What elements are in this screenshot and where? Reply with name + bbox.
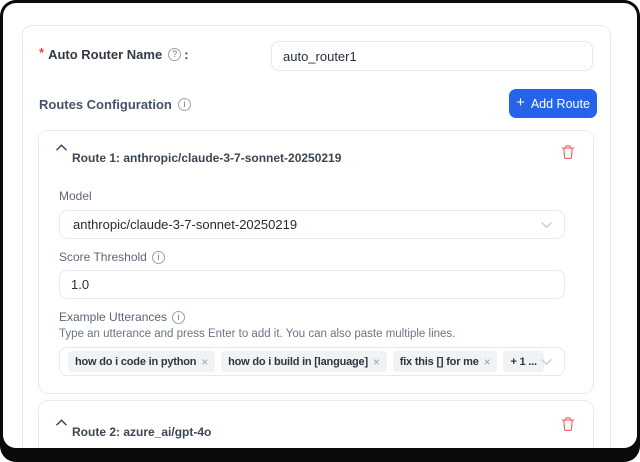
collapse-route-2-button[interactable] — [53, 414, 69, 430]
example-utterances-label-text: Example Utterances — [59, 310, 167, 324]
info-circle-icon[interactable]: i — [172, 311, 185, 324]
score-threshold-input[interactable] — [59, 270, 565, 299]
score-threshold-label: Score Threshold i — [59, 250, 168, 264]
trash-icon — [561, 144, 575, 160]
modal-content: * Auto Router Name ? : Routes Configurat… — [3, 3, 637, 448]
chevron-down-icon — [541, 221, 552, 228]
model-select[interactable]: anthropic/claude-3-7-sonnet-20250219 — [59, 210, 565, 239]
chevron-up-icon — [56, 419, 67, 426]
label-colon: : — [184, 47, 188, 62]
collapse-route-1-button[interactable] — [53, 139, 69, 155]
chevron-down-icon — [541, 358, 552, 365]
trash-icon — [561, 416, 575, 432]
add-route-button[interactable]: + Add Route — [509, 89, 597, 118]
window-frame: * Auto Router Name ? : Routes Configurat… — [0, 0, 640, 462]
utterance-tags: how do i code in python×how do i build i… — [60, 351, 497, 372]
routes-configuration-label: Routes Configuration i — [39, 97, 194, 112]
utterance-tag: how do i code in python × — [68, 351, 215, 372]
routes-configuration-label-text: Routes Configuration — [39, 97, 172, 112]
model-select-value: anthropic/claude-3-7-sonnet-20250219 — [60, 217, 297, 232]
utterance-tag-label: fix this [] for me — [400, 356, 479, 368]
utterance-tag: fix this [] for me × — [393, 351, 498, 372]
utterances-helper-text: Type an utterance and press Enter to add… — [59, 328, 455, 340]
info-circle-icon[interactable]: i — [178, 98, 191, 111]
chevron-up-icon — [56, 144, 67, 151]
required-asterisk: * — [39, 45, 44, 60]
utterances-multiselect[interactable]: how do i code in python×how do i build i… — [59, 347, 565, 376]
route-2-title: Route 2: azure_ai/gpt-4o — [72, 425, 211, 439]
remove-tag-icon[interactable]: × — [484, 355, 491, 369]
delete-route-1-button[interactable] — [559, 142, 577, 162]
plus-icon: + — [516, 95, 525, 110]
info-circle-icon[interactable]: i — [152, 251, 165, 264]
utterance-tag-label: how do i code in python — [75, 356, 196, 368]
model-label-text: Model — [59, 189, 92, 203]
auto-router-name-label: * Auto Router Name ? : — [39, 47, 189, 62]
utterance-tag: how do i build in [language] × — [221, 351, 387, 372]
add-route-button-label: Add Route — [531, 97, 590, 111]
score-threshold-label-text: Score Threshold — [59, 250, 147, 264]
overflow-count-tag[interactable]: + 1 ... — [503, 351, 543, 372]
model-label: Model — [59, 189, 92, 203]
utterance-tag-label: how do i build in [language] — [228, 356, 368, 368]
delete-route-2-button[interactable] — [559, 414, 577, 434]
example-utterances-label: Example Utterances i — [59, 310, 188, 324]
remove-tag-icon[interactable]: × — [201, 355, 208, 369]
auto-router-name-label-text: Auto Router Name — [48, 47, 162, 62]
question-circle-icon[interactable]: ? — [168, 48, 181, 61]
remove-tag-icon[interactable]: × — [373, 355, 380, 369]
route-1-card: Route 1: anthropic/claude-3-7-sonnet-202… — [38, 130, 594, 394]
auto-router-name-input[interactable] — [271, 41, 593, 71]
route-2-card: Route 2: azure_ai/gpt-4o — [38, 400, 594, 448]
route-1-title: Route 1: anthropic/claude-3-7-sonnet-202… — [72, 151, 341, 165]
